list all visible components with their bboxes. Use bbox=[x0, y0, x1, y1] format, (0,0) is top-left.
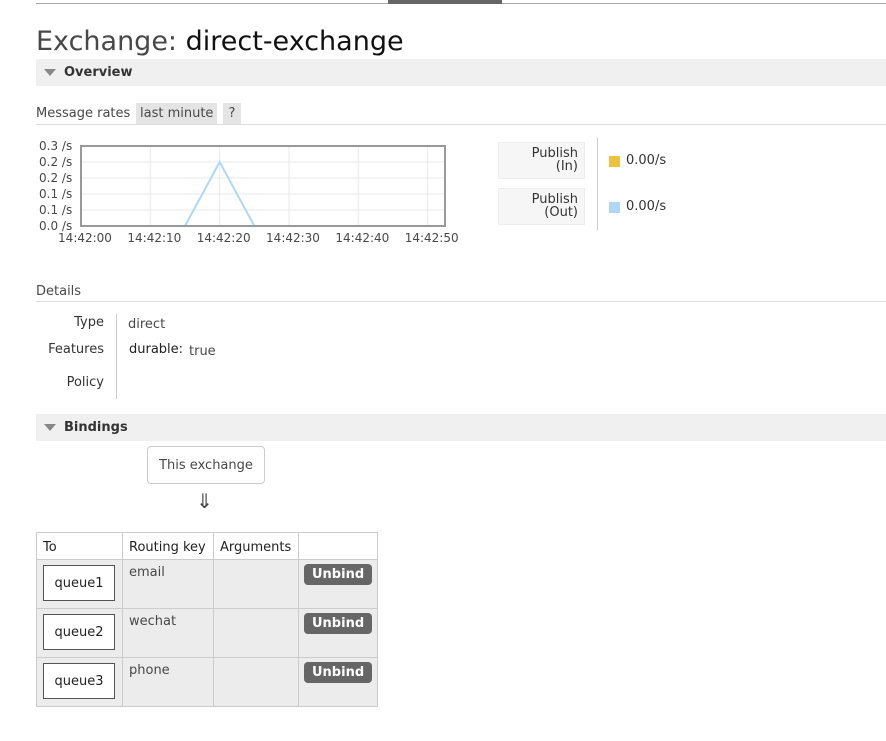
unbind-button[interactable]: Unbind bbox=[304, 613, 373, 634]
y-tick-label: 0.1 /s bbox=[39, 187, 72, 201]
message-rates-label: Message rates bbox=[36, 106, 131, 121]
active-tab-indicator bbox=[388, 0, 502, 4]
publish-out-rate: 0.00/s bbox=[626, 199, 667, 214]
routing-key: wechat bbox=[129, 614, 177, 629]
legend-publish-out: Publish (Out) bbox=[498, 188, 585, 225]
table-header-row: To Routing key Arguments bbox=[36, 532, 379, 560]
x-tick-label: 14:42:20 bbox=[197, 231, 251, 245]
down-arrow-icon: ⇓ bbox=[196, 489, 213, 513]
message-rates-chart: 0.0 /s0.1 /s0.1 /s0.2 /s0.2 /s0.3 /s 14:… bbox=[39, 139, 459, 245]
details-divider bbox=[116, 314, 117, 399]
x-tick-label: 14:42:30 bbox=[266, 231, 320, 245]
x-tick-label: 14:42:40 bbox=[335, 231, 389, 245]
legend-publish-in: Publish (In) bbox=[498, 142, 585, 179]
y-tick-label: 0.2 /s bbox=[39, 171, 72, 185]
queue-link[interactable]: queue2 bbox=[43, 614, 115, 650]
bindings-section-toggle[interactable]: Bindings bbox=[36, 414, 886, 441]
page-title-prefix: Exchange: bbox=[36, 26, 178, 57]
overview-section-toggle[interactable]: Overview bbox=[36, 59, 886, 86]
durable-key: durable: bbox=[129, 342, 184, 357]
divider bbox=[36, 124, 886, 125]
help-button[interactable]: ? bbox=[223, 103, 241, 124]
y-tick-label: 0.2 /s bbox=[39, 155, 72, 169]
details-type-key: Type bbox=[74, 315, 104, 330]
table-row: queue2 wechat Unbind bbox=[36, 608, 379, 658]
table-row: queue3 phone Unbind bbox=[36, 657, 379, 707]
binding-arguments bbox=[214, 560, 298, 570]
x-tick-label: 14:42:10 bbox=[127, 231, 181, 245]
legend-divider bbox=[597, 138, 598, 230]
durable-value: true bbox=[189, 344, 216, 359]
routing-key: phone bbox=[129, 663, 170, 678]
publish-in-color-swatch bbox=[609, 156, 620, 167]
column-header-arguments: Arguments bbox=[213, 532, 299, 560]
column-header-to: To bbox=[36, 532, 123, 560]
unbind-button[interactable]: Unbind bbox=[304, 564, 373, 585]
this-exchange-box: This exchange bbox=[147, 446, 265, 484]
chart-frame bbox=[80, 145, 446, 227]
queue-link[interactable]: queue3 bbox=[43, 663, 115, 699]
details-features-key: Features bbox=[48, 342, 104, 357]
collapse-triangle-icon bbox=[44, 424, 56, 431]
table-row: queue1 email Unbind bbox=[36, 559, 379, 609]
details-type-value: direct bbox=[128, 317, 166, 332]
column-header-actions bbox=[297, 532, 379, 560]
x-tick-label: 14:42:50 bbox=[405, 231, 459, 245]
overview-heading: Overview bbox=[64, 65, 133, 80]
collapse-triangle-icon bbox=[44, 69, 56, 76]
publish-in-rate: 0.00/s bbox=[626, 153, 667, 168]
details-heading: Details bbox=[36, 284, 82, 299]
routing-key: email bbox=[129, 565, 165, 580]
bindings-table: To Routing key Arguments queue1 email Un… bbox=[36, 532, 379, 707]
details-policy-key: Policy bbox=[66, 375, 104, 390]
divider bbox=[36, 301, 886, 302]
exchange-name: direct-exchange bbox=[185, 26, 404, 57]
publish-out-color-swatch bbox=[609, 202, 620, 213]
unbind-button[interactable]: Unbind bbox=[304, 662, 373, 683]
binding-arguments bbox=[214, 609, 298, 619]
bindings-heading: Bindings bbox=[64, 420, 128, 435]
legend-label-line2: (In) bbox=[555, 159, 578, 174]
y-tick-label: 0.1 /s bbox=[39, 203, 72, 217]
queue-link[interactable]: queue1 bbox=[43, 565, 115, 601]
column-header-routing-key: Routing key bbox=[122, 532, 214, 560]
binding-arguments bbox=[214, 658, 298, 668]
page-title: Exchange: direct-exchange bbox=[36, 26, 404, 57]
chart-grid bbox=[80, 146, 445, 226]
y-tick-label: 0.3 /s bbox=[39, 139, 72, 153]
rate-range-selector[interactable]: last minute bbox=[136, 103, 218, 124]
legend-label-line2: (Out) bbox=[544, 205, 578, 220]
x-tick-label: 14:42:00 bbox=[58, 231, 112, 245]
